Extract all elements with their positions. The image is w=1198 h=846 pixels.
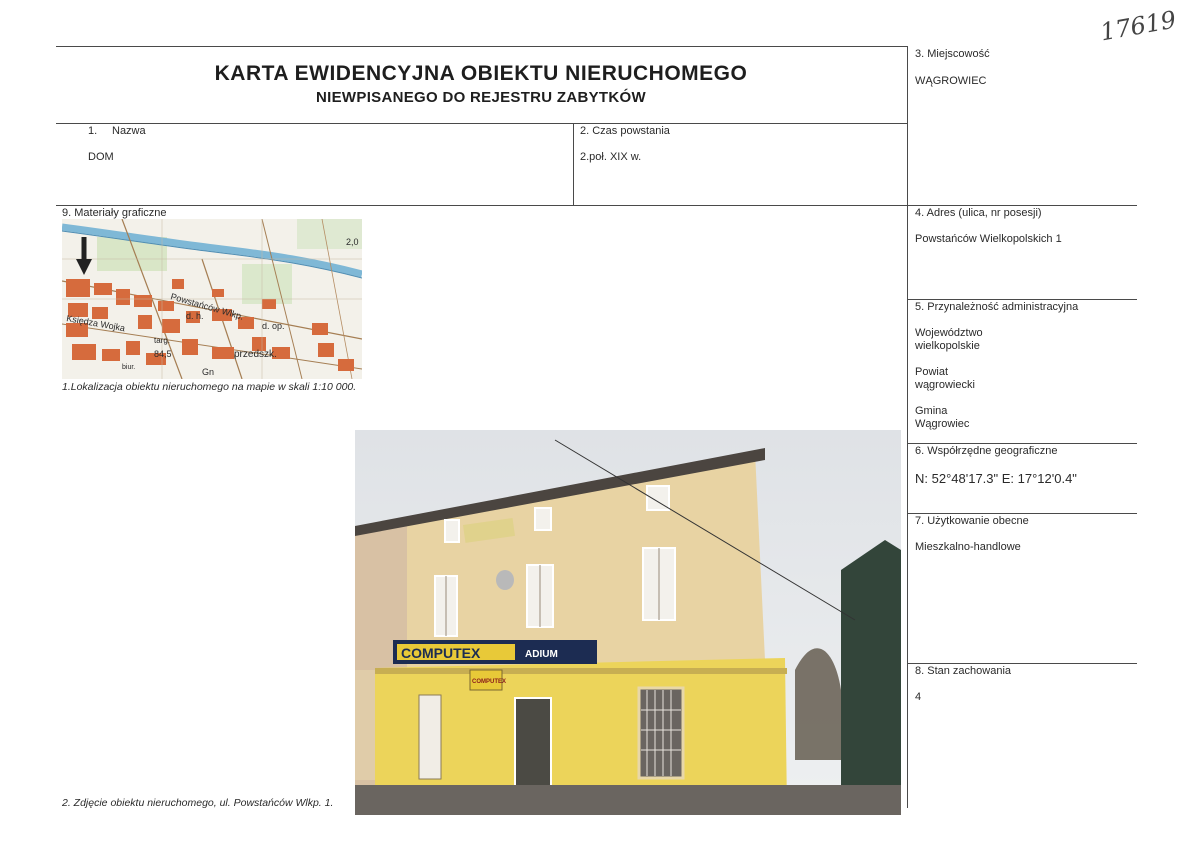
wojewodztwo-value: wielkopolskie [915, 340, 980, 352]
czas-value: 2.poł. XIX w. [580, 151, 642, 163]
column-divider [907, 46, 908, 808]
map-label-przedszk: przedszk. [234, 349, 277, 360]
uzytkowanie-label: 7. Użytkowanie obecne [915, 515, 1029, 527]
divider-nazwa-czas [573, 123, 574, 205]
uzytkowanie-value: Mieszkalno-handlowe [915, 541, 1021, 553]
divider-adres [907, 299, 1137, 300]
gmina-value: Wągrowiec [915, 418, 970, 430]
miejscowosc-label: 3. Miejscowość [915, 48, 990, 60]
map-label-dop: d. op. [262, 321, 285, 331]
divider-admin [907, 443, 1137, 444]
photo-sign-adium: ADIUM [525, 649, 558, 660]
map-label-elev: 84,5 [154, 349, 172, 359]
miejscowosc-value: WĄGROWIEC [915, 75, 987, 87]
map-label-dh: d. h. [186, 311, 204, 321]
location-map: Powstańców Wlkp. Księdza Wojka d. h. d. … [62, 219, 362, 379]
record-card: 17619 KARTA EWIDENCYJNA OBIEKTU NIERUCHO… [0, 0, 1198, 846]
registry-number: 17619 [1098, 5, 1179, 47]
map-label-biur: biur. [122, 364, 135, 371]
wspolrzedne-label: 6. Współrzędne geograficzne [915, 445, 1058, 457]
divider-uzytkowanie [907, 663, 1137, 664]
photo-caption: 2. Zdjęcie obiektu nieruchomego, ul. Pow… [62, 797, 334, 809]
adres-value: Powstańców Wielkopolskich 1 [915, 233, 1062, 245]
page-subtitle: NIEWPISANEGO DO REJESTRU ZABYTKÓW [316, 89, 646, 106]
photo-sign-door: COMPUTEX [472, 679, 506, 685]
stan-label: 8. Stan zachowania [915, 665, 1012, 677]
nazwa-label: Nazwa [112, 125, 146, 137]
powiat-label: Powiat [915, 366, 949, 378]
nazwa-value: DOM [88, 151, 114, 163]
czas-label: 2. Czas powstania [580, 125, 670, 137]
building-photo: COMPUTEX ADIUM COMPUTEX [355, 430, 901, 815]
divider-title [56, 123, 908, 124]
map-label-targ: targ. [154, 336, 170, 345]
przynaleznosc-label: 5. Przynależność administracyjna [915, 301, 1079, 313]
map-label-gn: Gn [202, 367, 214, 377]
nazwa-number: 1. [88, 125, 98, 137]
stan-value: 4 [915, 691, 922, 703]
wojewodztwo-label: Województwo [915, 327, 983, 339]
divider-materialy [56, 205, 1137, 206]
page-title: KARTA EWIDENCYJNA OBIEKTU NIERUCHOMEGO [214, 62, 748, 85]
divider-wspolrzedne [907, 513, 1137, 514]
photo-sign-computex: COMPUTEX [401, 645, 481, 661]
powiat-value: wągrowiecki [915, 379, 975, 391]
map-caption: 1.Lokalizacja obiektu nieruchomego na ma… [62, 381, 357, 393]
wspolrzedne-value: N: 52°48'17.3" E: 17°12'0.4" [915, 471, 1077, 486]
gmina-label: Gmina [915, 405, 948, 417]
top-border [56, 46, 908, 47]
materialy-label: 9. Materiały graficzne [62, 207, 167, 219]
map-label-grid: 2,0 [346, 237, 359, 247]
adres-label: 4. Adres (ulica, nr posesji) [915, 207, 1042, 219]
